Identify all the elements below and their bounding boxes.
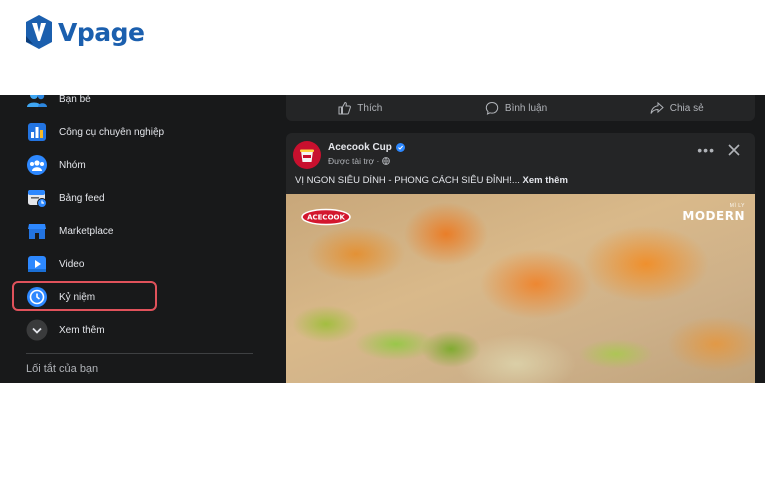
post-action-bar: Thích Bình luận Chia sẻ <box>286 95 755 121</box>
vpage-logo: Vpage <box>24 14 145 50</box>
sidebar-item-feed[interactable]: Bảng feed <box>26 185 105 211</box>
vpage-logo-icon <box>26 15 52 49</box>
post-video[interactable]: ACECOOK MÌ LY MODERN <box>286 194 755 383</box>
friends-icon <box>26 95 48 110</box>
more-options-icon[interactable]: ••• <box>697 143 715 157</box>
chevron-down-icon <box>26 319 48 341</box>
post-caption: VỊ NGON SIÊU DÍNH - PHONG CÁCH SIÊU ĐỈNH… <box>295 175 568 186</box>
sidebar-item-see-more[interactable]: Xem thêm <box>26 317 105 343</box>
sidebar-item-label: Bạn bè <box>59 95 91 105</box>
acecook-cup-logo-icon <box>294 142 320 168</box>
comment-button[interactable]: Bình luận <box>485 101 547 115</box>
memories-icon <box>26 286 48 308</box>
comment-label: Bình luận <box>504 102 548 114</box>
share-label: Chia sẻ <box>669 102 704 114</box>
close-icon[interactable] <box>727 143 741 157</box>
page-name: Acecook Cup <box>328 142 392 153</box>
thumbs-up-icon <box>338 101 352 115</box>
left-sidebar: Bạn bè Công cụ chuyên nghiệp Nhóm Bảng f… <box>0 95 270 383</box>
sidebar-item-label: Marketplace <box>59 225 114 237</box>
caption-text: VỊ NGON SIÊU DÍNH - PHONG CÁCH SIÊU ĐỈNH… <box>295 175 523 186</box>
sidebar-item-friends[interactable]: Bạn bè <box>26 95 91 112</box>
comment-icon <box>485 101 499 115</box>
like-label: Thích <box>357 102 383 114</box>
sidebar-item-label: Xem thêm <box>59 324 105 336</box>
see-more-link[interactable]: Xem thêm <box>523 175 568 186</box>
sponsored-post: Acecook Cup Được tài trợ · ••• VỊ NGON S… <box>286 133 755 383</box>
page-avatar[interactable] <box>293 141 321 169</box>
marketplace-icon <box>26 220 48 242</box>
feed-icon <box>26 187 48 209</box>
brand-right-big: MODERN <box>682 209 745 223</box>
groups-icon <box>26 154 48 176</box>
sponsored-label: Được tài trợ · <box>328 156 391 166</box>
share-icon <box>650 101 664 114</box>
modern-brand-logo: MÌ LY MODERN <box>682 203 745 223</box>
sidebar-item-marketplace[interactable]: Marketplace <box>26 218 113 244</box>
sidebar-item-label: Kỷ niệm <box>59 291 96 303</box>
acecook-brand-logo: ACECOOK <box>301 208 351 226</box>
sidebar-item-label: Nhóm <box>59 159 86 171</box>
sidebar-item-label: Công cụ chuyên nghiệp <box>59 126 165 138</box>
vpage-logo-text: Vpage <box>58 17 145 47</box>
brand-left-text: ACECOOK <box>307 214 345 222</box>
globe-icon <box>382 157 391 165</box>
sidebar-item-memories[interactable]: Kỷ niệm <box>26 284 95 310</box>
sidebar-item-video[interactable]: Video <box>26 251 84 277</box>
shortcuts-heading: Lối tắt của bạn <box>26 363 99 375</box>
sidebar-item-label: Video <box>59 258 85 270</box>
page: Vpage Bạn bè Công cụ chuyên nghiệp Nhóm … <box>0 0 765 478</box>
video-icon <box>26 253 48 275</box>
brand-right-small: MÌ LY <box>729 203 745 209</box>
sidebar-divider <box>26 353 253 354</box>
facebook-screenshot: Bạn bè Công cụ chuyên nghiệp Nhóm Bảng f… <box>0 95 765 383</box>
sidebar-item-groups[interactable]: Nhóm <box>26 152 86 178</box>
verified-badge-icon <box>395 143 405 152</box>
sidebar-item-professional-tools[interactable]: Công cụ chuyên nghiệp <box>26 119 164 145</box>
share-button[interactable]: Chia sẻ <box>650 101 704 115</box>
like-button[interactable]: Thích <box>337 101 382 115</box>
sponsored-text: Được tài trợ · <box>328 156 380 166</box>
professional-tools-icon <box>26 121 48 143</box>
sidebar-item-label: Bảng feed <box>59 192 105 204</box>
page-name-link[interactable]: Acecook Cup <box>328 142 405 153</box>
